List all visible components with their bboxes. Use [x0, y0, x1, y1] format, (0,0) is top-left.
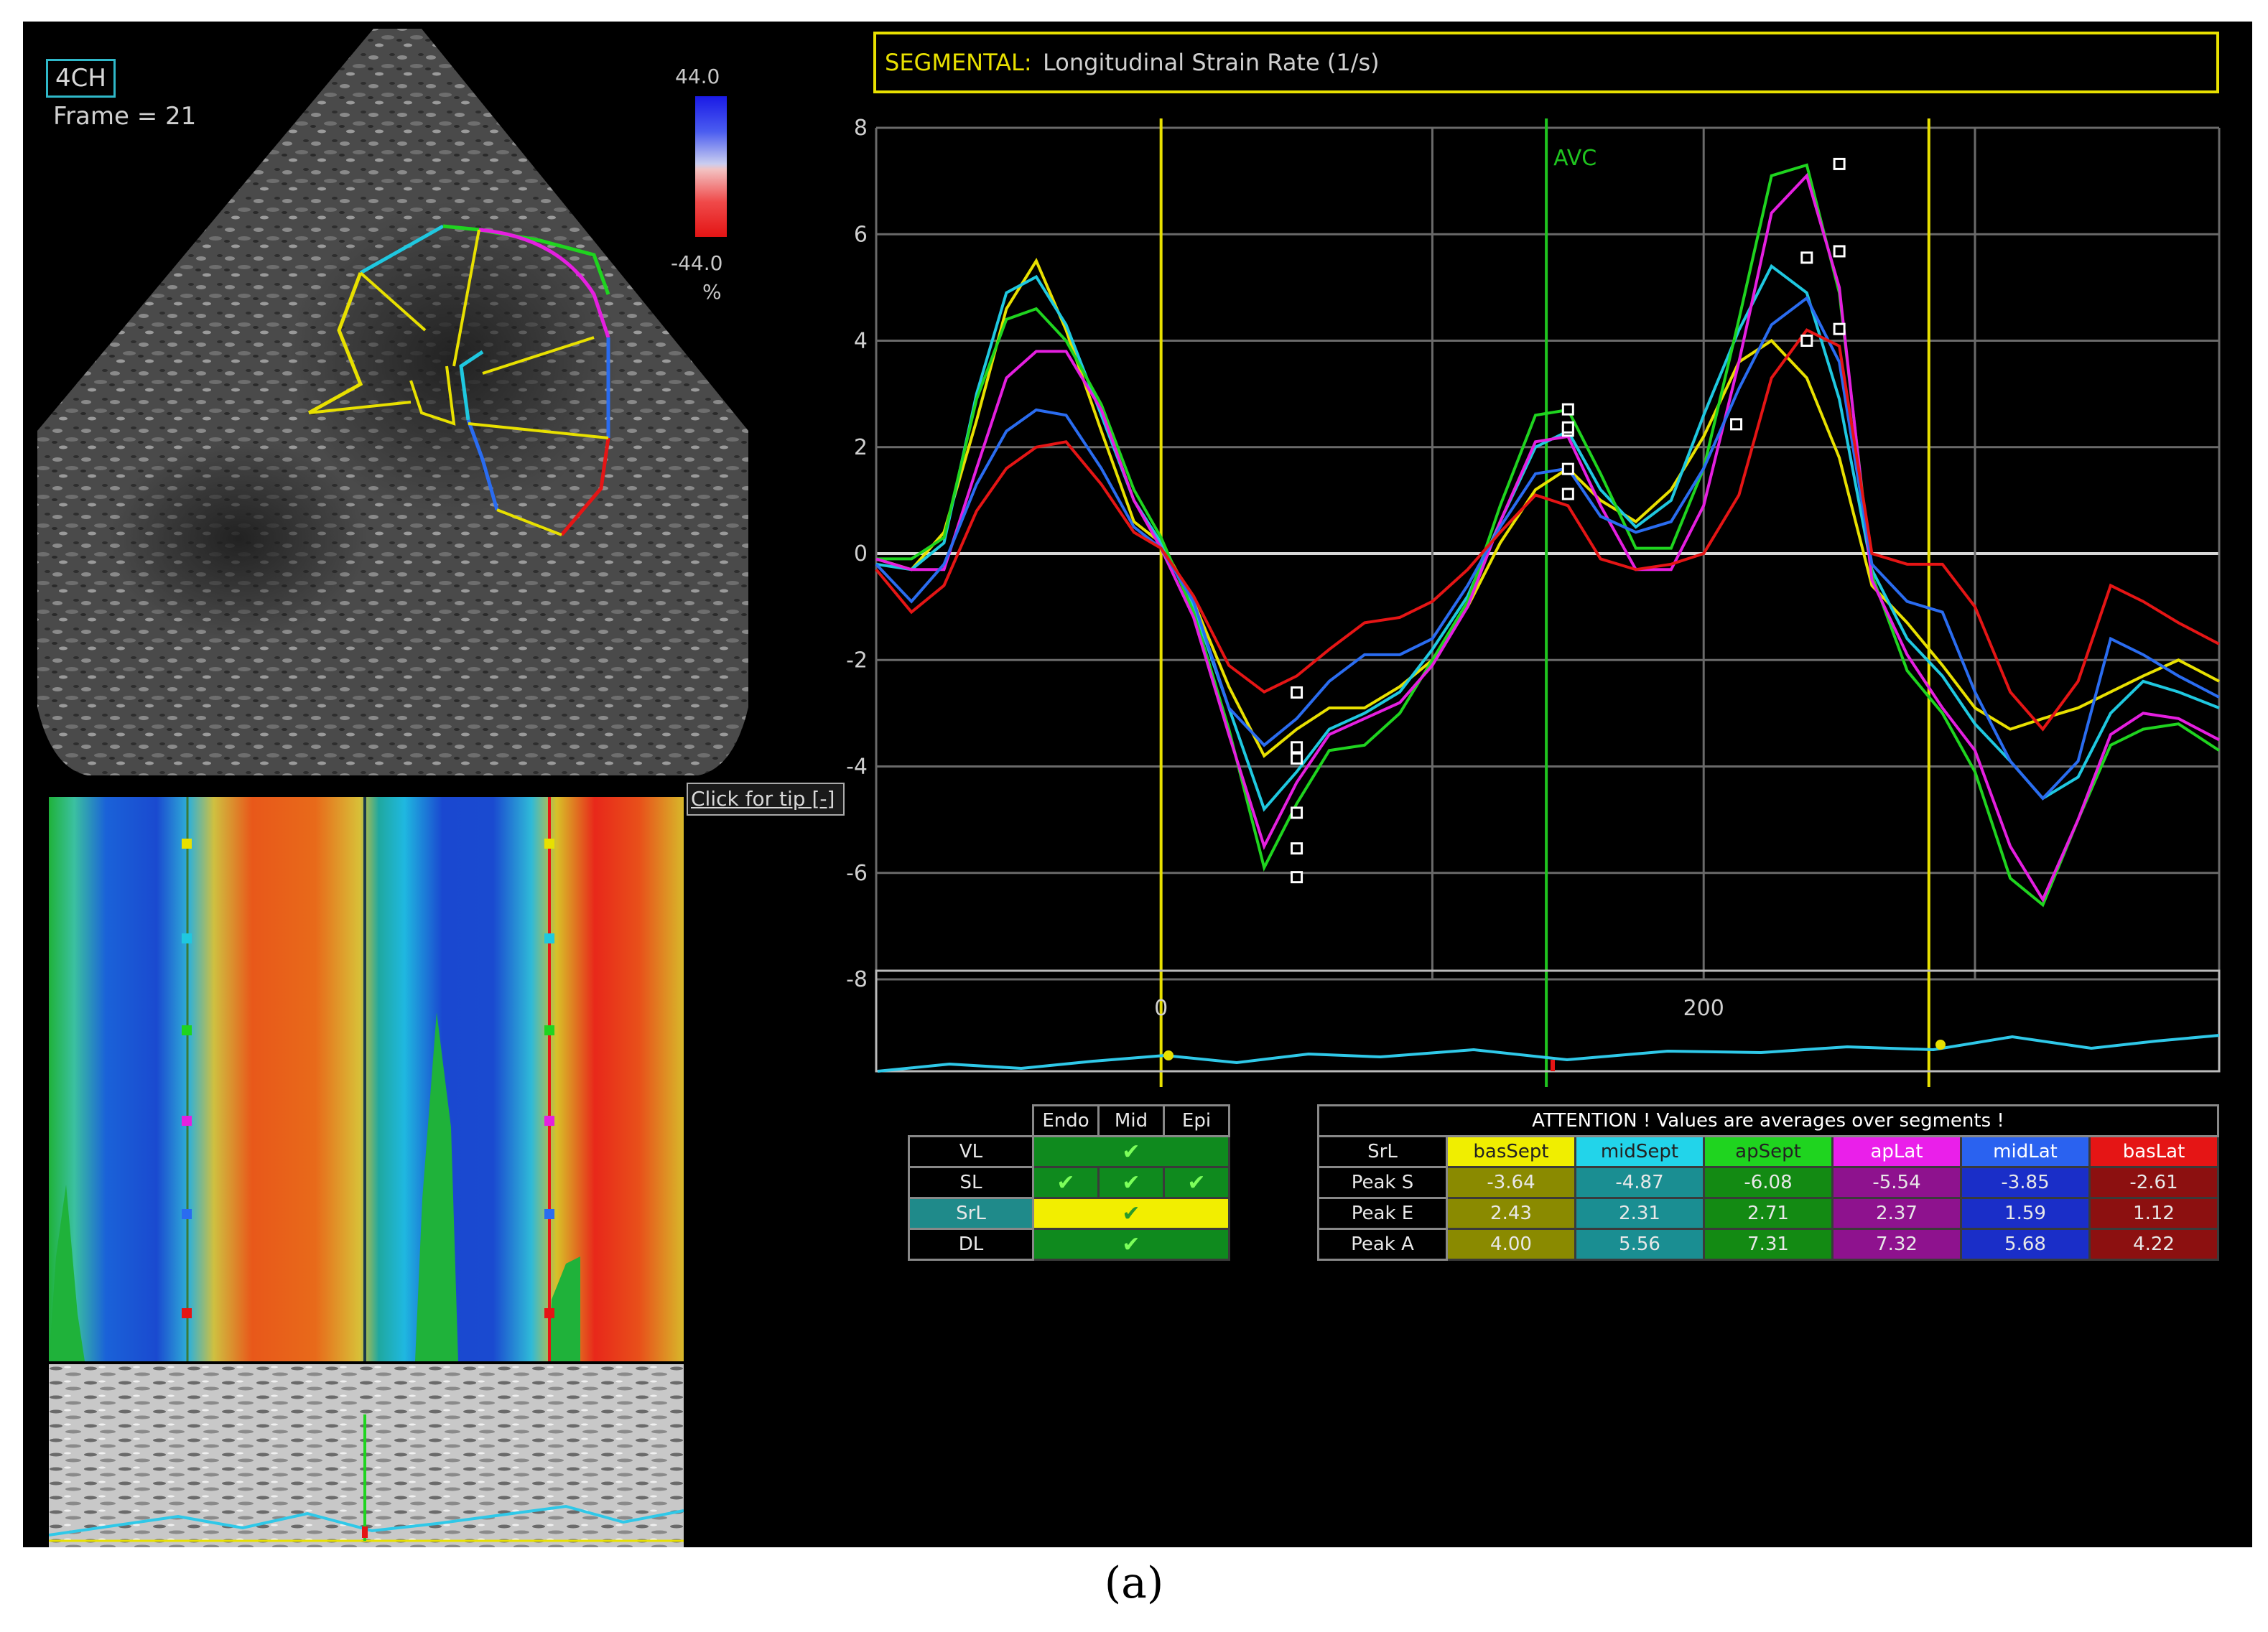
y-tick-label: -6 [846, 861, 868, 886]
peak-value-cell: -3.64 [1446, 1166, 1576, 1199]
peak-value-cell: 4.00 [1446, 1228, 1576, 1261]
peak-value-cell: 5.56 [1574, 1228, 1705, 1261]
peak-marker [1730, 418, 1743, 431]
peak-value-cell: -3.85 [1960, 1166, 2091, 1199]
anatomical-mmode-strip[interactable] [49, 1364, 684, 1547]
layer-toggle-vl[interactable]: ✔ [1032, 1135, 1230, 1168]
layer-toggle-srl[interactable]: ✔ [1032, 1197, 1230, 1230]
peak-marker [1561, 421, 1574, 434]
color-scale-max: 44.0 [675, 65, 720, 88]
layer-selection-table: Endo Mid Epi VL ✔ SL ✔ ✔ ✔ SrL ✔ DL ✔ [908, 1104, 1230, 1261]
layer-row-dl[interactable]: DL [908, 1228, 1034, 1261]
segment-header-basSept: basSept [1446, 1135, 1576, 1168]
peak-marker [1833, 322, 1846, 335]
y-tick-label: 4 [854, 329, 868, 354]
layer-toggle-dl[interactable]: ✔ [1032, 1228, 1230, 1261]
peak-value-cell: -5.54 [1831, 1166, 1962, 1199]
layer-header-endo[interactable]: Endo [1032, 1104, 1100, 1137]
x-tick-label: 200 [1683, 996, 1724, 1021]
peak-value-cell: -6.08 [1703, 1166, 1834, 1199]
x-tick-label: 0 [1154, 996, 1168, 1021]
frame-label: Frame = 21 [53, 102, 197, 131]
chart-title-prefix: SEGMENTAL: [885, 49, 1032, 76]
check-icon: ✔ [1122, 1170, 1140, 1195]
ecg-marker [1163, 1050, 1173, 1060]
peak-marker [1561, 462, 1574, 475]
figure-caption: (a) [1104, 1558, 1164, 1608]
peak-marker [1291, 741, 1303, 754]
peak-marker [1561, 403, 1574, 416]
y-tick-label: 6 [854, 222, 868, 247]
segment-header-apSept: apSept [1703, 1135, 1834, 1168]
view-badge[interactable]: 4CH [46, 59, 116, 98]
peak-marker [1291, 686, 1303, 699]
ecg-trace [877, 1034, 2220, 1073]
peak-value-cell: 1.59 [1960, 1197, 2091, 1230]
color-scale-unit: % [702, 280, 722, 304]
check-icon: ✔ [1122, 1139, 1140, 1165]
peak-marker [1291, 871, 1303, 884]
segment-header-apLat: apLat [1831, 1135, 1962, 1168]
segment-header-basLat: basLat [2088, 1135, 2219, 1168]
layer-row-vl[interactable]: VL [908, 1135, 1034, 1168]
peak-values-table: ATTENTION ! Values are averages over seg… [1317, 1104, 2219, 1261]
peak-value-cell: 1.12 [2088, 1197, 2219, 1230]
check-icon: ✔ [1056, 1170, 1075, 1195]
peak-marker [1291, 752, 1303, 765]
peak-value-cell: -4.87 [1574, 1166, 1705, 1199]
y-tick-label: -8 [846, 967, 868, 992]
peak-value-cell: -2.61 [2088, 1166, 2219, 1199]
tip-button[interactable]: Click for tip [-] [687, 783, 845, 816]
peak-marker [1291, 806, 1303, 819]
peak-marker [1833, 245, 1846, 258]
curved-mmode-map[interactable] [49, 797, 684, 1361]
check-icon: ✔ [1122, 1200, 1140, 1226]
attention-banner: ATTENTION ! Values are averages over seg… [1317, 1104, 2219, 1137]
echo-analysis-screen: 4CH Frame = 21 44.0 -44.0 % Click for ti… [23, 22, 2252, 1547]
peak-value-cell: 2.37 [1831, 1197, 1962, 1230]
ecg-cursor [1551, 1060, 1555, 1071]
color-scale-min: -44.0 [671, 251, 723, 275]
layer-header-epi[interactable]: Epi [1163, 1104, 1230, 1137]
peak-marker [1800, 335, 1813, 347]
echo-sector-image[interactable] [23, 22, 756, 783]
y-tick-label: -2 [846, 648, 868, 673]
chart-title-text: Longitudinal Strain Rate (1/s) [1043, 49, 1380, 76]
peak-marker [1833, 157, 1846, 170]
layer-header-mid[interactable]: Mid [1097, 1104, 1165, 1137]
y-tick-label: 0 [854, 541, 868, 566]
peak-row-label: Peak E [1317, 1197, 1448, 1230]
y-tick-label: -4 [846, 755, 868, 780]
layer-toggle-sl-endo[interactable]: ✔ [1032, 1166, 1100, 1199]
segment-header-midSept: midSept [1574, 1135, 1705, 1168]
peak-marker [1800, 251, 1813, 264]
peak-value-cell: 7.32 [1831, 1228, 1962, 1261]
peak-value-cell: 2.71 [1703, 1197, 1834, 1230]
peak-marker [1291, 842, 1303, 855]
color-scale-bar [695, 96, 727, 237]
strain-rate-chart[interactable]: SEGMENTAL: Longitudinal Strain Rate (1/s… [827, 22, 2252, 1099]
layer-row-srl[interactable]: SrL [908, 1197, 1034, 1230]
check-icon: ✔ [1122, 1231, 1140, 1257]
peak-value-cell: 4.22 [2088, 1228, 2219, 1261]
y-tick-label: 2 [854, 435, 868, 460]
peak-value-cell: 2.43 [1446, 1197, 1576, 1230]
layer-toggle-sl-epi[interactable]: ✔ [1163, 1166, 1230, 1199]
check-icon: ✔ [1187, 1170, 1206, 1195]
peak-value-cell: 7.31 [1703, 1228, 1834, 1261]
peak-value-cell: 2.31 [1574, 1197, 1705, 1230]
layer-row-sl[interactable]: SL [908, 1166, 1034, 1199]
ecg-marker [1935, 1040, 1946, 1050]
layer-toggle-sl-mid[interactable]: ✔ [1097, 1166, 1165, 1199]
peak-header-label: SrL [1317, 1135, 1448, 1168]
peak-marker [1561, 488, 1574, 500]
peak-row-label: Peak S [1317, 1166, 1448, 1199]
segment-header-midLat: midLat [1960, 1135, 2091, 1168]
y-tick-label: 8 [854, 116, 868, 141]
peak-row-label: Peak A [1317, 1228, 1448, 1261]
marker-label: AVC [1553, 146, 1597, 171]
peak-value-cell: 5.68 [1960, 1228, 2091, 1261]
